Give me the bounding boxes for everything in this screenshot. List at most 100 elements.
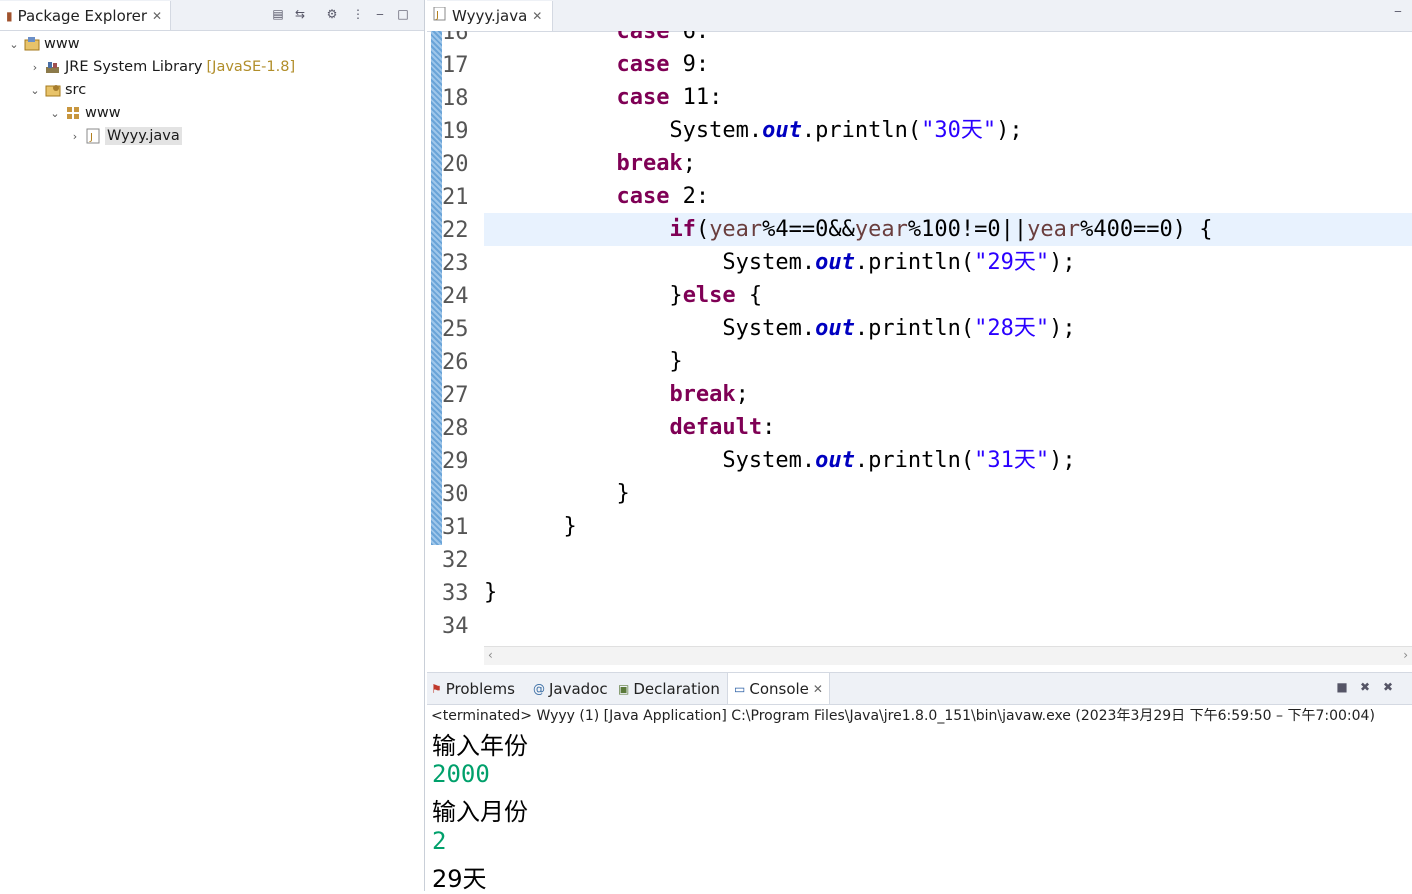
- svg-text:J: J: [435, 10, 439, 21]
- tree-item-label: www: [85, 105, 121, 121]
- code-line: }: [484, 514, 577, 539]
- source-folder-icon: [45, 82, 61, 98]
- chevron-down-icon[interactable]: ⌄: [7, 38, 21, 51]
- line-number: 16: [442, 31, 469, 45]
- line-number: 33: [442, 581, 469, 606]
- link-with-editor-icon[interactable]: ⇆: [292, 6, 308, 22]
- code-line: case 11:: [616, 85, 723, 110]
- close-icon[interactable]: ✕: [532, 9, 542, 23]
- console-panel: ⚑ Problems @ Javadoc ▣ Declaration ▭ Con…: [427, 672, 1412, 893]
- code-line: }: [484, 580, 498, 605]
- code-line: default:: [669, 415, 776, 440]
- line-number: 20: [442, 152, 469, 177]
- java-editor: J Wyyy.java ✕ ‒ 16 17 18 19 20 21 22 23 …: [427, 0, 1412, 666]
- chevron-down-icon[interactable]: ⌄: [48, 107, 62, 120]
- console-tabbar: ⚑ Problems @ Javadoc ▣ Declaration ▭ Con…: [427, 672, 1412, 705]
- code-line: case 6:: [616, 31, 710, 44]
- tree-item-label: src: [65, 82, 87, 98]
- view-menu-icon[interactable]: ⋮: [350, 6, 366, 22]
- javadoc-icon: @: [533, 681, 545, 696]
- line-number: 19: [442, 119, 469, 144]
- tab-declaration[interactable]: ▣ Declaration: [618, 673, 720, 704]
- java-file-icon: J: [85, 128, 101, 144]
- code-line: case 2:: [616, 184, 710, 209]
- line-number: 24: [442, 284, 469, 309]
- library-icon: [45, 59, 61, 75]
- change-ruler: [431, 31, 442, 545]
- tree-item-label: www: [44, 36, 80, 52]
- library-decoration: [JavaSE-1.8]: [206, 59, 296, 75]
- package-explorer-tabbar: ▮ Package Explorer ✕ ▤ ⇆ ⚙ ⋮ ‒ □: [0, 0, 424, 31]
- line-number: 29: [442, 449, 469, 474]
- tab-label: Package Explorer: [17, 6, 148, 25]
- console-output-line: 输入月份: [432, 798, 528, 826]
- code-line: if(year%4==0&&year%100!=0||year%400==0) …: [669, 217, 1213, 242]
- code-line: System.out.println("29天");: [484, 250, 1076, 275]
- terminate-icon[interactable]: ■: [1334, 679, 1350, 695]
- close-icon[interactable]: ✕: [152, 9, 162, 23]
- tab-console[interactable]: ▭ Console ✕: [727, 673, 830, 704]
- code-line: break;: [669, 382, 749, 407]
- tree-item-project-www[interactable]: ⌄ www: [0, 33, 80, 55]
- editor-tabbar: J Wyyy.java ✕ ‒: [427, 0, 1412, 32]
- maximize-icon[interactable]: □: [395, 6, 411, 22]
- tab-wyyy-java[interactable]: J Wyyy.java ✕: [427, 1, 554, 31]
- svg-text:J: J: [89, 132, 93, 143]
- line-number: 28: [442, 416, 469, 441]
- tree-item-label: JRE System Library: [65, 59, 203, 75]
- console-output-line: 输入年份: [432, 732, 528, 760]
- tree-item-jre-library[interactable]: › JRE System Library [JavaSE-1.8]: [0, 56, 295, 78]
- tab-javadoc[interactable]: @ Javadoc: [533, 673, 608, 704]
- tab-label: Wyyy.java: [452, 7, 528, 25]
- tree-item-label: Wyyy.java: [105, 127, 182, 145]
- chevron-right-icon[interactable]: ›: [28, 61, 42, 74]
- console-icon: ▭: [734, 681, 746, 696]
- chevron-right-icon[interactable]: ›: [68, 130, 82, 143]
- line-number: 34: [442, 614, 469, 639]
- line-number: 27: [442, 383, 469, 408]
- chevron-down-icon[interactable]: ⌄: [28, 84, 42, 97]
- line-number: 25: [442, 317, 469, 342]
- code-line: System.out.println("31天");: [484, 448, 1076, 473]
- line-number: 21: [442, 185, 469, 210]
- code-line: }else {: [484, 283, 763, 308]
- tab-package-explorer[interactable]: ▮ Package Explorer ✕: [0, 1, 172, 30]
- close-icon[interactable]: ✕: [813, 682, 823, 696]
- scroll-left-icon[interactable]: ‹: [488, 648, 493, 662]
- console-status: <terminated> Wyyy (1) [Java Application]…: [431, 708, 1375, 724]
- code-line: case 9:: [616, 52, 710, 77]
- console-output-line: 29天: [432, 865, 487, 893]
- java-project-icon: [24, 36, 40, 52]
- horizontal-scrollbar[interactable]: ‹ ›: [484, 646, 1412, 665]
- minimize-icon[interactable]: ‒: [372, 6, 388, 22]
- filters-icon[interactable]: ⚙: [324, 6, 340, 22]
- minimize-icon[interactable]: ‒: [1390, 3, 1406, 19]
- code-line: }: [484, 349, 683, 374]
- problems-icon: ⚑: [431, 681, 442, 696]
- code-line: }: [484, 481, 630, 506]
- line-number: 17: [442, 53, 469, 78]
- tab-label: Problems: [445, 679, 515, 698]
- tree-item-package-www[interactable]: ⌄ www: [0, 102, 121, 124]
- line-number: 22: [442, 218, 469, 243]
- tree-item-src[interactable]: ⌄ src: [0, 79, 86, 101]
- scroll-right-icon[interactable]: ›: [1403, 648, 1408, 662]
- tree-item-wyyy-java[interactable]: › J Wyyy.java: [0, 125, 182, 147]
- collapse-all-icon[interactable]: ▤: [270, 6, 286, 22]
- tab-problems[interactable]: ⚑ Problems: [431, 673, 515, 704]
- code-area[interactable]: 16 17 18 19 20 21 22 23 24 25 26 27 28 2…: [427, 31, 1412, 646]
- package-explorer-icon: ▮: [6, 8, 13, 23]
- remove-launch-icon[interactable]: ✖: [1357, 679, 1373, 695]
- code-line: break;: [616, 151, 696, 176]
- line-number: 32: [442, 548, 469, 573]
- line-number: 18: [442, 86, 469, 111]
- console-input-line: 2: [432, 827, 447, 855]
- code-line: System.out.println("28天");: [484, 316, 1076, 341]
- line-number: 26: [442, 350, 469, 375]
- console-input-line: 2000: [432, 760, 490, 788]
- line-number: 23: [442, 251, 469, 276]
- tab-label: Console: [749, 679, 809, 698]
- tab-label: Declaration: [633, 679, 720, 698]
- remove-all-terminated-icon[interactable]: ✖: [1380, 679, 1396, 695]
